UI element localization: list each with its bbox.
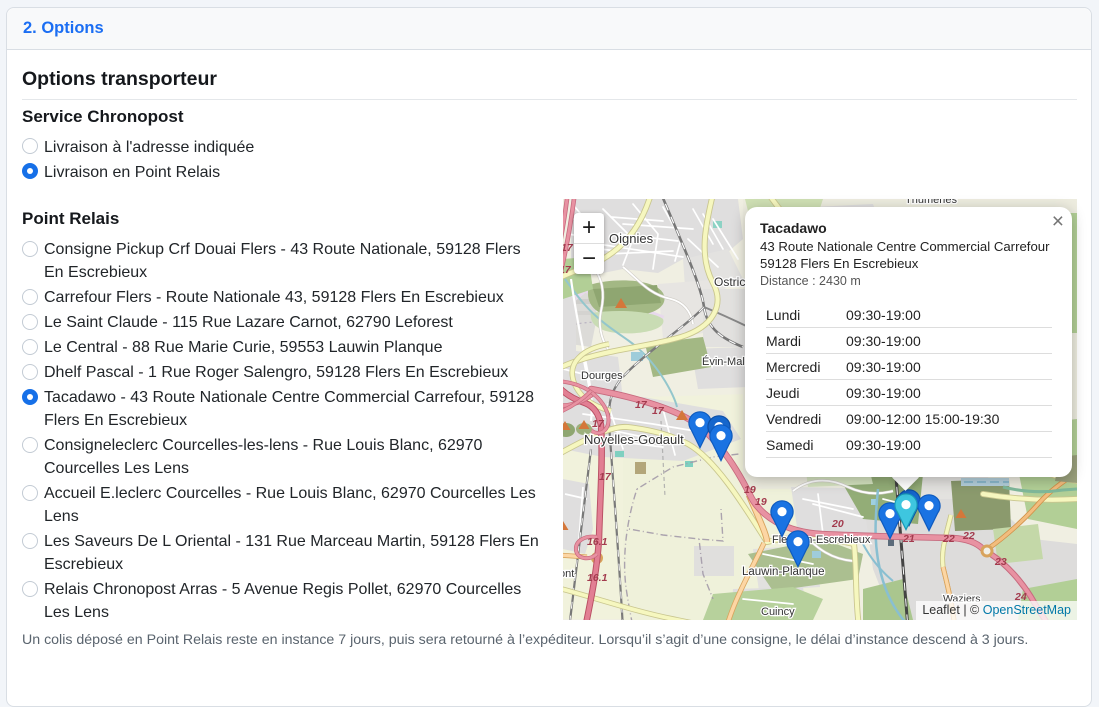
svg-text:Lauwin-Planque: Lauwin-Planque [742, 566, 824, 578]
svg-text:19: 19 [755, 496, 767, 508]
svg-text:21: 21 [902, 533, 915, 545]
svg-text:19: 19 [744, 484, 756, 496]
svg-text:Oignies: Oignies [609, 231, 654, 246]
svg-text:17: 17 [635, 399, 648, 411]
svg-text:Noyelles-Godault: Noyelles-Godault [584, 432, 684, 447]
svg-text:Cuincy: Cuincy [761, 606, 795, 618]
svg-text:17: 17 [563, 242, 574, 254]
svg-text:20: 20 [831, 518, 844, 530]
svg-text:Dourges: Dourges [581, 370, 623, 382]
svg-text:22: 22 [962, 530, 975, 542]
svg-text:Thumeries: Thumeries [905, 199, 957, 206]
svg-text:16.1: 16.1 [587, 572, 608, 584]
svg-text:17: 17 [599, 471, 612, 483]
svg-text:17: 17 [563, 264, 572, 276]
svg-text:23: 23 [994, 556, 1007, 568]
svg-text:17: 17 [592, 418, 605, 430]
svg-text:16.1: 16.1 [587, 536, 608, 548]
svg-text:22: 22 [942, 533, 955, 545]
svg-text:17: 17 [652, 405, 665, 417]
svg-text:ont: ont [563, 568, 574, 580]
